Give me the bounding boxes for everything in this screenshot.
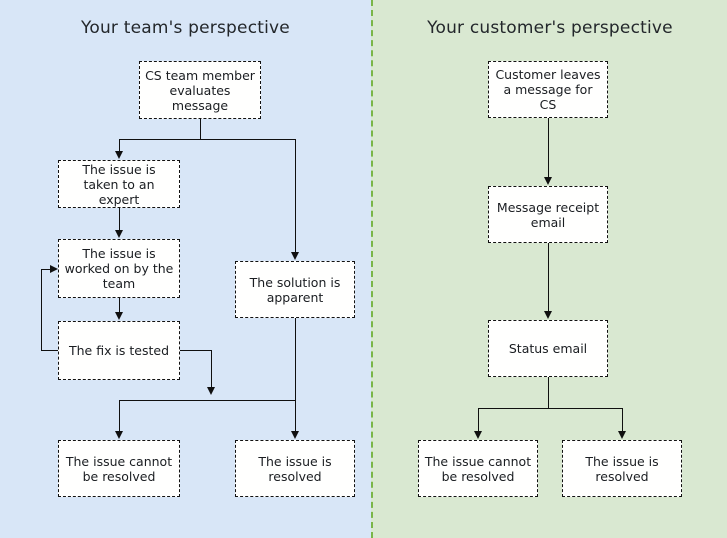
node-issue-worked-on-by-team[interactable]: The issue is worked on by the team bbox=[58, 239, 180, 298]
arrowhead-to-expert bbox=[114, 151, 123, 159]
connector-evaluate-split bbox=[119, 139, 296, 140]
node-team-issue-cannot-be-resolved[interactable]: The issue cannot be resolved bbox=[58, 440, 180, 497]
connector-evaluate-stem bbox=[200, 119, 201, 140]
node-label: The fix is tested bbox=[68, 343, 170, 358]
connector-status-to-resolved bbox=[622, 408, 623, 432]
connector-expert-to-workedon bbox=[119, 208, 120, 231]
arrowhead-loop-to-workedon bbox=[50, 264, 58, 273]
node-label: Customer leaves a message for CS bbox=[495, 67, 601, 112]
arrowhead-merge-to-cannot bbox=[114, 431, 123, 439]
arrowhead-status-to-resolved bbox=[617, 431, 626, 439]
connector-status-split bbox=[478, 408, 622, 409]
node-label: Status email bbox=[508, 341, 588, 356]
node-issue-taken-to-expert[interactable]: The issue is taken to an expert bbox=[58, 160, 180, 208]
node-label: Message receipt email bbox=[496, 199, 600, 230]
connector-receipt-to-status bbox=[548, 243, 549, 311]
arrowhead-leaves-to-receipt bbox=[543, 177, 552, 185]
node-label: CS team member evaluates message bbox=[145, 67, 255, 113]
node-label: The issue cannot be resolved bbox=[424, 453, 532, 484]
node-fix-is-tested[interactable]: The fix is tested bbox=[58, 321, 180, 380]
connector-to-solution bbox=[295, 139, 296, 253]
node-customer-issue-cannot-be-resolved[interactable]: The issue cannot be resolved bbox=[418, 440, 538, 497]
node-customer-issue-is-resolved[interactable]: The issue is resolved bbox=[562, 440, 682, 497]
connector-fix-down bbox=[211, 350, 212, 388]
node-label: The issue is resolved bbox=[258, 453, 332, 484]
node-label: The issue is taken to an expert bbox=[82, 161, 156, 207]
connector-loop-up bbox=[41, 269, 42, 351]
team-panel-title: Your team's perspective bbox=[81, 18, 290, 38]
node-label: The issue is worked on by the team bbox=[64, 246, 174, 291]
connector-workedon-to-fix bbox=[119, 298, 120, 313]
connector-leaves-to-receipt bbox=[548, 118, 549, 178]
connector-solution-to-resolved bbox=[295, 318, 296, 432]
node-message-receipt-email[interactable]: Message receipt email bbox=[488, 186, 608, 243]
arrowhead-workedon-to-fix bbox=[114, 312, 123, 320]
connector-status-stem bbox=[548, 377, 549, 408]
connector-merge-bar bbox=[119, 400, 296, 401]
node-team-issue-is-resolved[interactable]: The issue is resolved bbox=[235, 440, 355, 497]
arrowhead-to-solution bbox=[290, 252, 299, 260]
arrowhead-status-to-cannot bbox=[473, 431, 482, 439]
connector-status-to-cannot bbox=[478, 408, 479, 432]
customer-panel-title: Your customer's perspective bbox=[427, 18, 673, 38]
connector-merge-to-cannot bbox=[119, 400, 120, 432]
arrowhead-expert-to-workedon bbox=[114, 230, 123, 238]
connector-fix-out-right bbox=[180, 350, 212, 351]
node-solution-is-apparent[interactable]: The solution is apparent bbox=[235, 261, 355, 318]
arrowhead-solution-to-resolved bbox=[290, 431, 299, 439]
node-cs-team-member-evaluates-message[interactable]: CS team member evaluates message bbox=[139, 61, 261, 119]
node-customer-leaves-message[interactable]: Customer leaves a message for CS bbox=[488, 61, 608, 118]
node-status-email[interactable]: Status email bbox=[488, 320, 608, 377]
connector-loop-out bbox=[41, 350, 59, 351]
arrowhead-fix-to-merge bbox=[206, 387, 215, 395]
node-label: The solution is apparent bbox=[249, 274, 341, 305]
node-label: The issue cannot be resolved bbox=[65, 453, 173, 484]
node-label: The issue is resolved bbox=[585, 453, 659, 484]
flowchart-canvas: Your team's perspective Your customer's … bbox=[0, 0, 727, 538]
arrowhead-receipt-to-status bbox=[543, 311, 552, 319]
